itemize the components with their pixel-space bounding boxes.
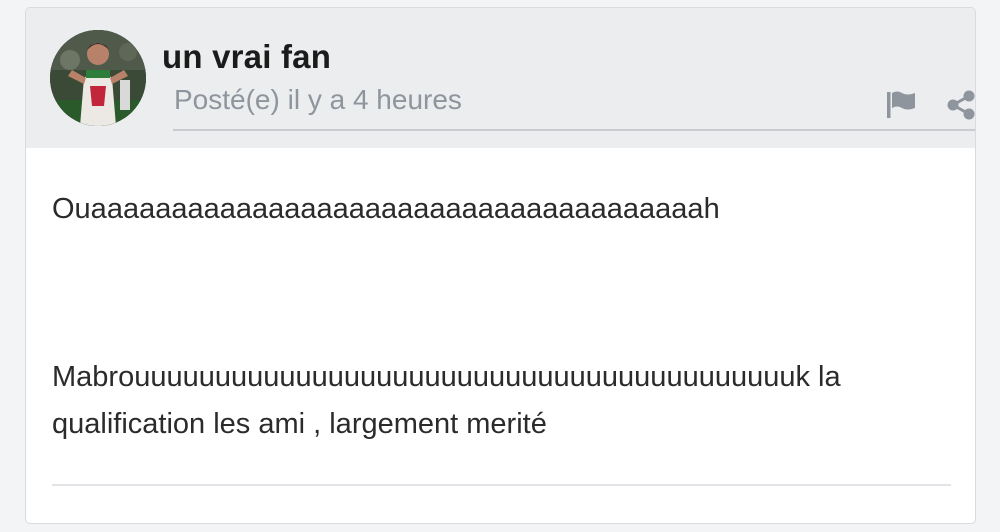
post-timestamp: Posté(e) il y a 4 heures (174, 84, 462, 115)
flag-icon-svg (887, 91, 915, 118)
post-paragraph: Mabrouuuuuuuuuuuuuuuuuuuuuuuuuuuuuuuuuuu… (52, 361, 841, 440)
post-header: un vrai fan Posté(e) il y a 4 heures (26, 8, 975, 148)
author-avatar[interactable] (50, 30, 146, 126)
meta-underline (173, 129, 975, 131)
flag-icon[interactable] (884, 88, 918, 122)
post-paragraph: Ouaaaaaaaaaaaaaaaaaaaaaaaaaaaaaaaaaaaaaa… (52, 193, 720, 225)
post-card: un vrai fan Posté(e) il y a 4 heures Oua… (25, 7, 976, 524)
share-icon-svg (947, 90, 975, 120)
post-divider (52, 484, 951, 486)
share-icon[interactable] (944, 88, 975, 122)
author-name[interactable]: un vrai fan (162, 38, 331, 76)
avatar-image (50, 30, 146, 126)
